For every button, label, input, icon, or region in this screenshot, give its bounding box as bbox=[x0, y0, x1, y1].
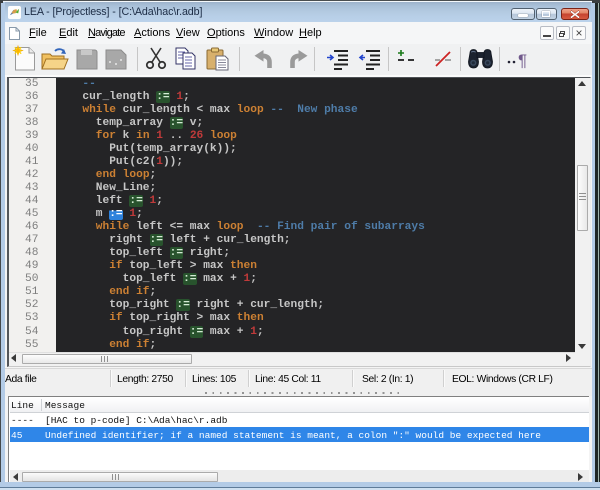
svg-text:¶: ¶ bbox=[518, 51, 527, 70]
